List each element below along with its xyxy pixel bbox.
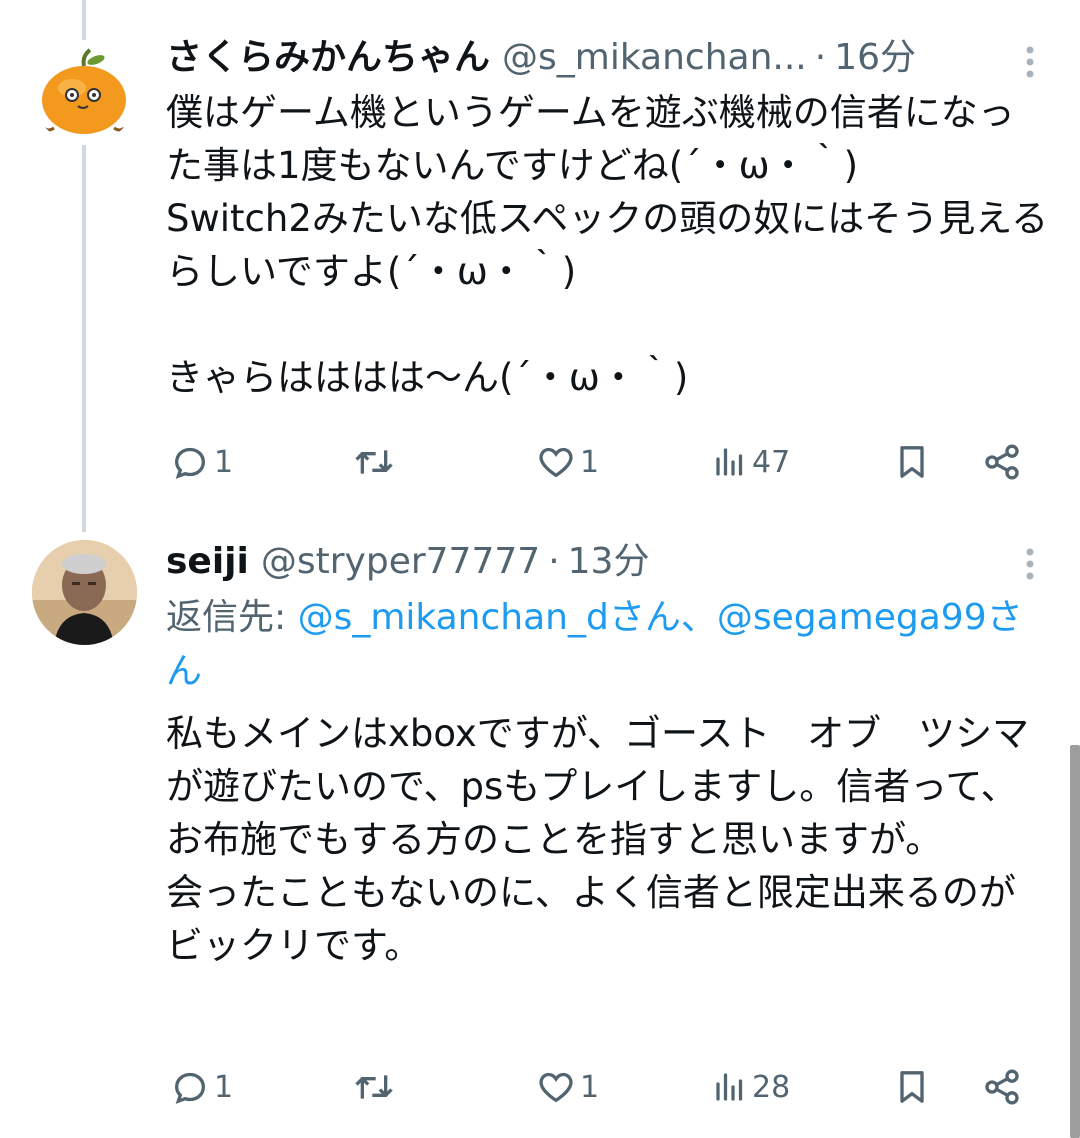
display-name[interactable]: さくらみかんちゃん	[166, 36, 490, 80]
retweet-icon	[352, 1067, 396, 1107]
separator-dot: ·	[548, 541, 560, 582]
reply-count: 1	[214, 1069, 234, 1105]
user-handle[interactable]: @s_mikanchan...	[502, 36, 807, 80]
views-icon	[712, 442, 748, 482]
tweet-header: さくらみかんちゃん @s_mikanchan... · 16分	[166, 36, 1020, 80]
share-button[interactable]	[982, 1062, 1022, 1112]
scrollbar[interactable]	[1070, 745, 1080, 1138]
more-icon[interactable]	[1024, 44, 1036, 84]
views-button[interactable]: 28	[712, 1062, 790, 1112]
like-button[interactable]: 1	[536, 1062, 599, 1112]
tweet-text: 私もメインはxboxですが、ゴースト オブ ツシマ が遊びたいので、psもプレイ…	[166, 712, 1030, 967]
reply-prefix: 返信先:	[166, 597, 298, 638]
more-icon[interactable]	[1024, 546, 1036, 586]
tweet[interactable]: さくらみかんちゃん @s_mikanchan... · 16分 僕はゲーム機とい…	[0, 0, 1080, 520]
reply-count: 1	[214, 444, 234, 480]
reply-button[interactable]: 1	[170, 1062, 233, 1112]
tweet-header: seiji @stryper77777 · 13分	[166, 540, 1020, 584]
avatar[interactable]	[32, 540, 137, 645]
share-button[interactable]	[982, 437, 1022, 487]
views-count: 47	[752, 444, 791, 480]
like-button[interactable]: 1	[536, 437, 599, 487]
tweet-text: 僕はゲーム機というゲームを遊ぶ機械の信者になった事は1度もないんですけどね(´・…	[166, 91, 1049, 399]
bookmark-icon	[892, 1067, 932, 1107]
bookmark-button[interactable]	[892, 1062, 932, 1112]
tweet[interactable]: seiji @stryper77777 · 13分 返信先: @s_mikanc…	[0, 520, 1080, 1138]
retweet-button[interactable]	[352, 437, 400, 487]
display-name[interactable]: seiji	[166, 540, 249, 584]
bookmark-button[interactable]	[892, 437, 932, 487]
timestamp[interactable]: 13分	[568, 540, 650, 584]
reply-icon	[170, 442, 210, 482]
action-bar: 1 1 47	[166, 437, 1036, 487]
timestamp[interactable]: 16分	[834, 36, 916, 80]
reply-mention-link[interactable]: @s_mikanchan_dさん	[298, 597, 681, 638]
bookmark-icon	[892, 442, 932, 482]
action-bar: 1 1 28	[166, 1062, 1036, 1112]
avatar[interactable]	[32, 40, 137, 145]
heart-icon	[536, 442, 576, 482]
reply-separator: 、	[680, 597, 717, 638]
share-icon	[982, 1067, 1022, 1107]
like-count: 1	[580, 444, 600, 480]
retweet-icon	[352, 442, 396, 482]
retweet-button[interactable]	[352, 1062, 400, 1112]
user-handle[interactable]: @stryper77777	[261, 540, 540, 584]
views-button[interactable]: 47	[712, 437, 790, 487]
views-count: 28	[752, 1069, 791, 1105]
heart-icon	[536, 1067, 576, 1107]
share-icon	[982, 442, 1022, 482]
separator-dot: ·	[814, 37, 827, 78]
views-icon	[712, 1067, 748, 1107]
like-count: 1	[580, 1069, 600, 1105]
reply-icon	[170, 1067, 210, 1107]
reply-button[interactable]: 1	[170, 437, 233, 487]
reply-context: 返信先: @s_mikanchan_dさん、@segamega99さん	[166, 591, 1050, 699]
